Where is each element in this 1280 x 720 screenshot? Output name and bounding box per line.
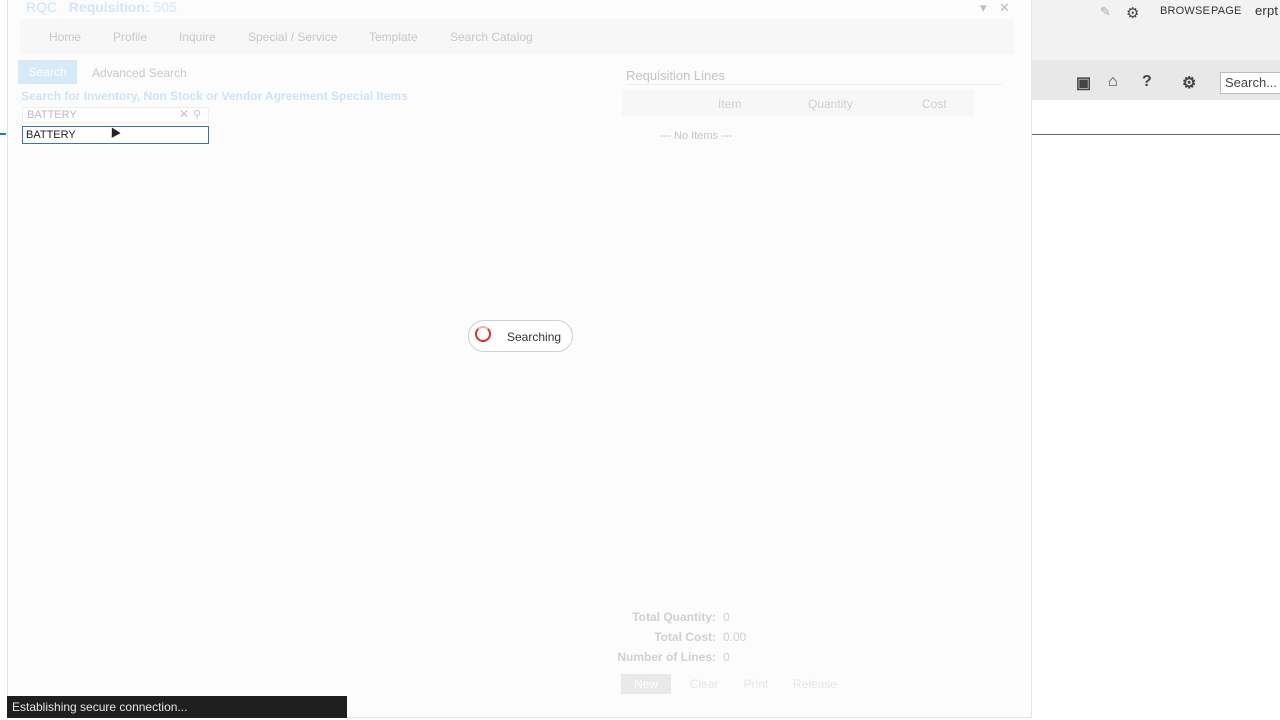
requisition-label: Requisition:: [68, 0, 150, 15]
requisition-number: 505: [153, 0, 177, 15]
number-of-lines-label: Number of Lines:: [617, 650, 716, 664]
item-search-input[interactable]: BATTERY ✕ ⚲: [22, 107, 209, 123]
close-icon[interactable]: ✕: [999, 0, 1010, 16]
column-quantity[interactable]: Quantity: [808, 97, 853, 111]
search-subtitle: Search for Inventory, Non Stock or Vendo…: [21, 89, 408, 103]
modal-title: RQC Requisition: 505: [26, 0, 177, 15]
user-name[interactable]: erpt: [1255, 3, 1278, 18]
column-item[interactable]: Item: [718, 97, 741, 111]
background-accent-bar: [0, 133, 6, 135]
background-divider: [1032, 134, 1280, 135]
browse-tab[interactable]: BROWSE: [1160, 5, 1210, 17]
home-icon[interactable]: ⌂: [1108, 73, 1118, 91]
page-tab[interactable]: PAGE: [1211, 5, 1242, 17]
tab-advanced-search[interactable]: Advanced Search: [92, 66, 187, 80]
no-items-message: --- No Items ---: [660, 130, 733, 142]
requisition-modal: RQC Requisition: 505 ▾ ✕ Home Profile In…: [7, 0, 1032, 718]
loading-indicator: Searching: [468, 320, 573, 352]
tab-search[interactable]: Search: [18, 60, 77, 84]
loading-text: Searching: [507, 330, 562, 344]
search-input-value: BATTERY: [27, 109, 77, 121]
total-cost-value: 0.00: [723, 630, 747, 644]
autocomplete-option[interactable]: BATTERY: [26, 129, 76, 141]
column-cost[interactable]: Cost: [922, 97, 947, 111]
nav-profile[interactable]: Profile: [113, 30, 147, 44]
settings-icon[interactable]: ⚙: [1182, 73, 1196, 93]
total-quantity-value: 0: [723, 610, 730, 624]
print-button[interactable]: Print: [738, 674, 774, 694]
search-icon[interactable]: ⚲: [193, 108, 201, 121]
requisition-lines-header: Item Quantity Cost: [622, 90, 974, 116]
number-of-lines-value: 0: [723, 650, 730, 664]
spinner-icon: [475, 326, 491, 342]
browser-status-bar: Establishing secure connection...: [7, 696, 347, 718]
new-page-icon[interactable]: ▣: [1076, 73, 1091, 93]
background-search-box[interactable]: Search...: [1220, 72, 1280, 94]
gear-icon[interactable]: ⚙: [1126, 4, 1139, 22]
nav-home[interactable]: Home: [49, 30, 81, 44]
share-icon[interactable]: ✎: [1100, 4, 1111, 20]
clear-button[interactable]: Clear: [684, 674, 724, 694]
total-quantity-label: Total Quantity:: [632, 610, 716, 624]
background-top-bar: ✎ ⚙ BROWSE PAGE erpt: [1032, 0, 1280, 60]
nav-template[interactable]: Template: [369, 30, 418, 44]
new-button[interactable]: New: [621, 674, 671, 694]
nav-inquire[interactable]: Inquire: [179, 30, 216, 44]
nav-search-catalog[interactable]: Search Catalog: [450, 30, 533, 44]
collapse-icon[interactable]: ▾: [980, 0, 987, 16]
modal-nav: Home Profile Inquire Special / Service T…: [20, 19, 1014, 54]
requisition-lines-divider: [626, 84, 1002, 85]
release-button[interactable]: Release: [790, 674, 840, 694]
help-icon[interactable]: ?: [1142, 73, 1152, 91]
nav-special-service[interactable]: Special / Service: [248, 30, 337, 44]
total-cost-label: Total Cost:: [654, 630, 716, 644]
requisition-lines-title: Requisition Lines: [626, 68, 726, 83]
clear-icon[interactable]: ✕: [179, 107, 189, 121]
module-code: RQC: [26, 0, 58, 15]
